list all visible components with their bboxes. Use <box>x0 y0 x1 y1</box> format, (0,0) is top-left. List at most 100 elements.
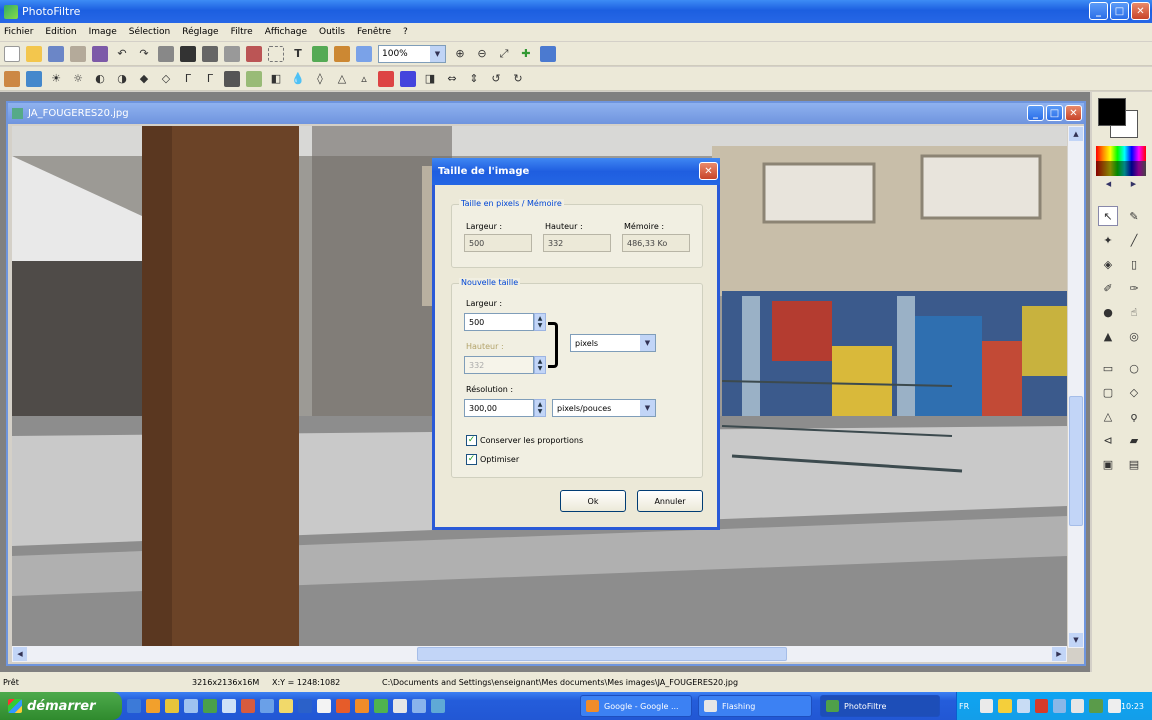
quicklaunch-more-icon[interactable] <box>431 699 445 713</box>
palette-prev-icon[interactable]: ◀ <box>1106 180 1111 190</box>
save-icon[interactable] <box>48 45 64 62</box>
chevron-down-icon[interactable]: ▼ <box>430 45 445 62</box>
menu-selection[interactable]: Sélection <box>129 27 170 37</box>
sepia-icon[interactable] <box>246 70 262 87</box>
new-icon[interactable] <box>4 45 20 62</box>
polygon-select-icon[interactable]: ⊲ <box>1098 430 1118 450</box>
text-icon[interactable]: T <box>290 46 306 62</box>
quicklaunch-flash-icon[interactable] <box>355 699 369 713</box>
task-google[interactable]: Google - Google ... <box>580 695 692 717</box>
open-shape-icon[interactable]: ▰ <box>1124 430 1144 450</box>
selection-mode-icon[interactable]: ▣ <box>1098 454 1118 474</box>
fit-image-icon[interactable]: ⤢ <box>496 46 512 62</box>
duplicate-icon[interactable] <box>224 45 240 62</box>
maximize-button[interactable]: □ <box>1110 2 1129 20</box>
task-flashing[interactable]: Flashing <box>698 695 812 717</box>
stamp-icon[interactable]: ▲ <box>1098 326 1118 346</box>
brush-icon[interactable]: ✐ <box>1098 278 1118 298</box>
clock[interactable]: 10:23 <box>1121 702 1144 711</box>
undo-icon[interactable]: ↶ <box>114 46 130 62</box>
line-tool-icon[interactable]: ╱ <box>1124 230 1144 250</box>
cancel-button[interactable]: Annuler <box>637 490 703 512</box>
flip-horizontal-icon[interactable]: ⇔ <box>444 71 460 87</box>
language-indicator[interactable]: FR <box>959 702 969 711</box>
start-button[interactable]: démarrer <box>0 692 122 720</box>
magic-wand-icon[interactable]: ✦ <box>1098 230 1118 250</box>
window-icon[interactable] <box>356 45 372 62</box>
menu-outils[interactable]: Outils <box>319 27 345 37</box>
quicklaunch-notes-icon[interactable] <box>279 699 293 713</box>
quicklaunch-doc-icon[interactable] <box>317 699 331 713</box>
scroll-right-icon[interactable]: ▶ <box>1052 647 1066 661</box>
brightness-minus-icon[interactable]: ☼ <box>70 71 86 87</box>
scan-icon[interactable] <box>92 45 108 62</box>
menu-fichier[interactable]: Fichier <box>4 27 33 37</box>
advanced-brush-icon[interactable]: ✑ <box>1124 278 1144 298</box>
horizontal-scroll-thumb[interactable] <box>417 647 787 661</box>
quicklaunch-web-icon[interactable] <box>336 699 350 713</box>
quicklaunch-extra-icon[interactable] <box>412 699 426 713</box>
tray-usb-icon[interactable] <box>1071 699 1085 713</box>
minimize-button[interactable]: _ <box>1089 2 1108 20</box>
gamma-plus-icon[interactable]: Γ <box>180 71 196 87</box>
resolution-unit-select[interactable]: pixels/pouces ▼ <box>552 399 656 417</box>
fullscreen-icon[interactable] <box>540 45 556 62</box>
eyedropper-icon[interactable]: ✎ <box>1124 206 1144 226</box>
menu-help[interactable]: ? <box>403 27 408 37</box>
cut-icon[interactable] <box>158 45 174 62</box>
quicklaunch-window-icon[interactable] <box>222 699 236 713</box>
tray-misc-icon[interactable] <box>1107 699 1121 713</box>
open-icon[interactable] <box>26 45 42 62</box>
color-balance-icon[interactable] <box>378 70 394 87</box>
unit-select[interactable]: pixels ▼ <box>570 334 656 352</box>
zoom-select[interactable]: 100% ▼ <box>378 44 446 63</box>
chevron-down-icon[interactable]: ▼ <box>640 400 655 416</box>
diamond-select-icon[interactable]: ◇ <box>1124 382 1144 402</box>
foreground-color-swatch[interactable] <box>1098 98 1126 126</box>
filter-icon[interactable] <box>334 45 350 62</box>
paste-icon[interactable] <box>202 45 218 62</box>
dialog-close-button[interactable]: ✕ <box>699 162 718 180</box>
rotate-left-icon[interactable]: ↺ <box>488 71 504 87</box>
layer-icon[interactable] <box>312 45 328 62</box>
tray-alert-icon[interactable] <box>998 699 1012 713</box>
auto-level-icon[interactable] <box>4 70 20 87</box>
zoom-out-icon[interactable]: ⊖ <box>474 46 490 62</box>
optimize-checkbox[interactable]: ✓ Optimiser <box>466 454 519 465</box>
brightness-plus-icon[interactable]: ☀ <box>48 71 64 87</box>
fill-bucket-icon[interactable]: ◈ <box>1098 254 1118 274</box>
height-spinner[interactable]: ▲ ▼ <box>534 356 546 374</box>
paste-new-icon[interactable] <box>246 45 262 62</box>
task-photofiltre[interactable]: PhotoFiltre <box>820 695 940 717</box>
auto-contrast-icon[interactable] <box>26 70 42 87</box>
full-size-icon[interactable]: ✚ <box>518 46 534 62</box>
doc-minimize-button[interactable]: _ <box>1027 105 1044 121</box>
saturation-minus-icon[interactable]: ◇ <box>158 71 174 87</box>
tray-security-icon[interactable] <box>1034 699 1049 713</box>
saturation-plus-icon[interactable]: ◆ <box>136 71 152 87</box>
clone-icon[interactable]: ◎ <box>1124 326 1144 346</box>
vertical-scrollbar[interactable]: ▲ ▼ <box>1068 126 1084 648</box>
tray-update-icon[interactable] <box>1089 699 1103 713</box>
quicklaunch-explorer-icon[interactable] <box>184 699 198 713</box>
smudge-icon[interactable]: ☝ <box>1124 302 1144 322</box>
rgb-icon[interactable] <box>400 70 416 87</box>
scroll-down-icon[interactable]: ▼ <box>1069 633 1083 647</box>
close-button[interactable]: ✕ <box>1131 2 1150 20</box>
print-icon[interactable] <box>70 45 86 62</box>
lasso-icon[interactable]: ϙ <box>1124 406 1144 426</box>
tray-volume-icon[interactable] <box>1016 699 1030 713</box>
menu-fenetre[interactable]: Fenêtre <box>357 27 391 37</box>
selection-info-icon[interactable]: ▤ <box>1124 454 1144 474</box>
ellipse-select-icon[interactable]: ○ <box>1124 358 1144 378</box>
quicklaunch-game-icon[interactable] <box>374 699 388 713</box>
blur-drop-icon[interactable]: ● <box>1098 302 1118 322</box>
contrast-plus-icon[interactable]: ◐ <box>92 71 108 87</box>
doc-maximize-button[interactable]: □ <box>1046 105 1063 121</box>
copy-icon[interactable] <box>180 45 196 62</box>
quicklaunch-folder-icon[interactable] <box>165 699 179 713</box>
quicklaunch-photo-icon[interactable] <box>260 699 274 713</box>
vertical-scroll-thumb[interactable] <box>1069 396 1083 526</box>
quicklaunch-tool-icon[interactable] <box>393 699 407 713</box>
doc-close-button[interactable]: ✕ <box>1065 105 1082 121</box>
